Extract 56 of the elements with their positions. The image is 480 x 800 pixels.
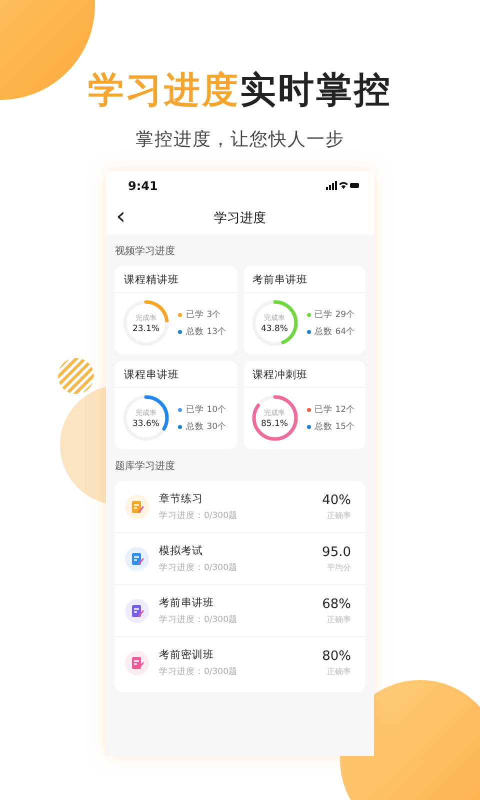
- percent-value: 85.1%: [260, 418, 288, 428]
- document-icon: [125, 650, 149, 674]
- percent-value: 23.1%: [132, 324, 160, 334]
- item-title: 考前密训班: [159, 648, 215, 662]
- card-title: 课程精讲班: [115, 266, 236, 293]
- progress-ring: [122, 299, 170, 347]
- progress-text: 学习进度：0/300题: [159, 614, 238, 626]
- subtitle: 掌控进度，让您快人一步: [136, 128, 344, 151]
- score-value: 95.0: [322, 544, 351, 560]
- status-time: 9:41: [128, 179, 158, 193]
- progress-text: 学习进度：0/300题: [159, 666, 238, 678]
- page-title: 学习进度: [214, 210, 266, 226]
- legend-text: 已学 10个: [186, 404, 227, 416]
- score-label: 平均分: [327, 562, 351, 572]
- card-title: 考前串讲班: [244, 266, 365, 293]
- legend-text: 已学 12个: [314, 404, 356, 416]
- progress-text: 学习进度：0/300题: [159, 562, 238, 574]
- legend-text: 已学 3个: [186, 308, 222, 320]
- card-title: 课程冲刺班: [244, 361, 365, 388]
- score-label: 正确率: [327, 614, 351, 624]
- item-title: 章节练习: [159, 492, 204, 506]
- score-value: 80%: [322, 648, 351, 664]
- section-title: 题库学习进度: [115, 460, 176, 474]
- list-item[interactable]: 考前串讲班 学习进度：0/300题 68% 正确率: [115, 585, 365, 637]
- legend-text: 总数 15个: [314, 420, 356, 432]
- back-button[interactable]: ‹: [112, 205, 130, 227]
- item-title: 考前串讲班: [159, 596, 215, 610]
- legend-text: 总数 64个: [314, 326, 356, 338]
- legend-dot: [178, 330, 182, 334]
- legend-dot: [306, 330, 310, 334]
- score-label: 正确率: [327, 510, 351, 520]
- list-item[interactable]: 模拟考试 学习进度：0/300题 95.0 平均分: [115, 533, 365, 585]
- percent-value: 33.6%: [132, 418, 160, 428]
- legend-dot: [306, 424, 310, 428]
- progress-text: 学习进度：0/300题: [159, 510, 238, 522]
- status-icons: [326, 181, 360, 191]
- document-icon: [125, 546, 149, 570]
- headline: 学习进度实时掌控: [88, 69, 392, 113]
- progress-ring: [250, 394, 298, 442]
- progress-ring: [122, 394, 170, 442]
- list-item[interactable]: 考前密训班 学习进度：0/300题 80% 正确率: [115, 637, 365, 688]
- score-label: 正确率: [327, 666, 351, 676]
- score-value: 40%: [322, 492, 351, 508]
- legend-text: 总数 13个: [186, 326, 227, 338]
- progress-ring: [250, 299, 298, 347]
- item-title: 模拟考试: [159, 544, 204, 558]
- card-title: 课程串讲班: [115, 361, 236, 388]
- legend-text: 总数 30个: [186, 420, 227, 432]
- score-value: 68%: [322, 596, 351, 612]
- section-title: 视频学习进度: [115, 244, 176, 259]
- legend-text: 已学 29个: [314, 308, 356, 320]
- document-icon: [125, 494, 149, 518]
- percent-value: 43.8%: [260, 324, 288, 334]
- legend-dot: [178, 424, 182, 428]
- list-item[interactable]: 章节练习 学习进度：0/300题 40% 正确率: [115, 481, 365, 533]
- document-icon: [125, 598, 149, 622]
